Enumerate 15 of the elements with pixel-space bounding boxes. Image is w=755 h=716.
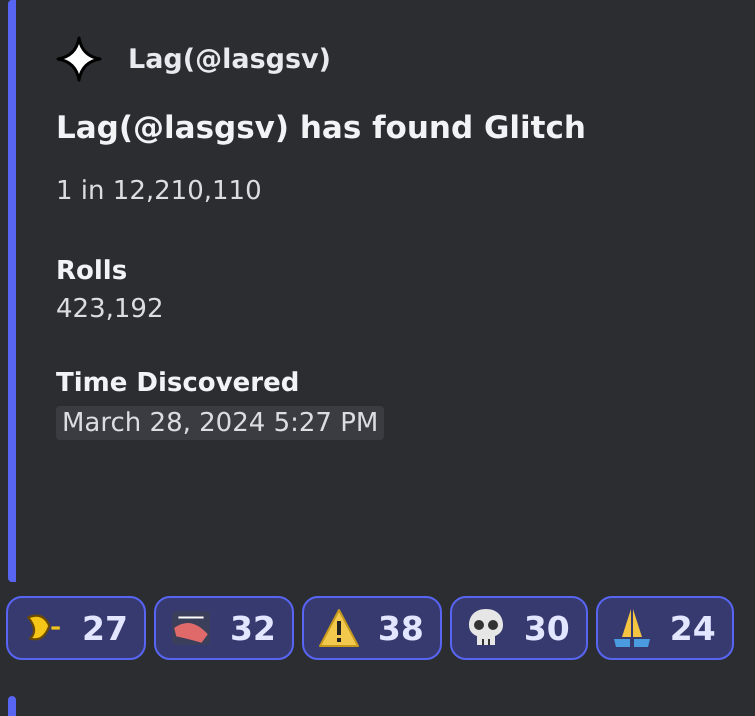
sparkle-icon xyxy=(56,36,102,82)
reaction-button[interactable]: 27 xyxy=(6,596,146,660)
field-value: 423,192 xyxy=(56,294,164,324)
praying-hands-icon xyxy=(612,607,652,649)
warning-icon xyxy=(318,608,360,648)
reaction-button[interactable]: 32 xyxy=(154,596,294,660)
author-name: Lag(@lasgsv) xyxy=(128,44,331,74)
reaction-button[interactable]: 38 xyxy=(302,596,442,660)
field-name: Rolls xyxy=(56,256,128,286)
field-name: Time Discovered xyxy=(56,368,300,398)
timestamp: March 28, 2024 5:27 PM xyxy=(56,406,384,440)
reaction-button[interactable]: 30 xyxy=(450,596,588,660)
reaction-button[interactable]: 24 xyxy=(596,596,734,660)
embed-description: 1 in 12,210,110 xyxy=(56,176,263,206)
embed-title: Lag(@lasgsv) has found Glitch xyxy=(56,110,586,146)
